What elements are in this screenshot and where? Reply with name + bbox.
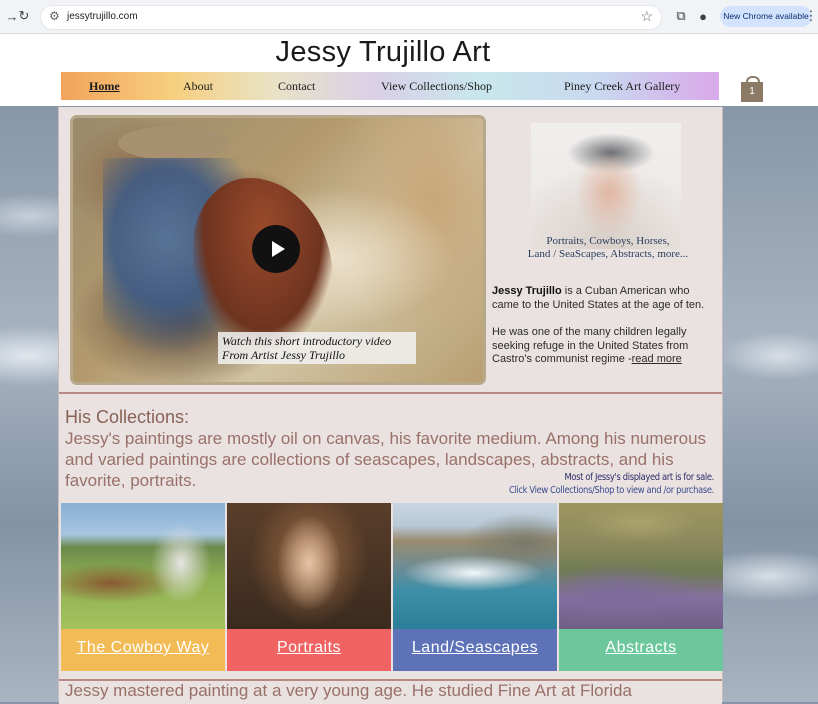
cart-button[interactable]: 1 [741, 76, 763, 102]
browser-toolbar: → ↻ ⚙ jessytrujillo.com ☆ ⧉ ● New Chrome… [0, 0, 818, 34]
update-chrome-button[interactable]: New Chrome available [720, 6, 812, 27]
abstract-painting-thumbnail [559, 503, 723, 629]
nav-about[interactable]: About [183, 79, 213, 94]
site-settings-icon[interactable]: ⚙ [49, 9, 60, 23]
seascape-painting-thumbnail [393, 503, 557, 629]
menu-kebab-icon[interactable]: ⋮ [805, 7, 818, 25]
artist-name: Jessy Trujillo [492, 285, 562, 297]
artist-bio: Jessy Trujillo is a Cuban American who c… [492, 285, 714, 381]
site-header: Jessy Trujillo Art Home About Contact Vi… [0, 34, 818, 106]
site-title[interactable]: Jessy Trujillo Art [0, 34, 766, 69]
url-text: jessytrujillo.com [67, 11, 138, 22]
collection-label-abstracts[interactable]: Abstracts [559, 629, 723, 671]
section-divider [59, 392, 722, 394]
video-caption-line1: Watch this short introductory video [222, 334, 392, 348]
collection-tile-abstracts[interactable]: Abstracts [559, 503, 723, 671]
address-bar[interactable]: ⚙ jessytrujillo.com ☆ [40, 5, 662, 30]
bookmark-star-icon[interactable]: ☆ [640, 8, 653, 25]
cart-count: 1 [749, 86, 755, 97]
nav-collections-shop[interactable]: View Collections/Shop [381, 79, 492, 94]
collection-tile-land-seascapes[interactable]: Land/Seascapes [393, 503, 557, 671]
nav-piney-creek-gallery[interactable]: Piney Creek Art Gallery [564, 79, 680, 94]
cowboy-painting-hat [118, 126, 228, 160]
read-more-link[interactable]: read more [632, 353, 682, 365]
collection-label-cowboy-way[interactable]: The Cowboy Way [61, 629, 225, 671]
photo-caption-line2: Land / SeaScapes, Abstracts, more... [527, 248, 689, 260]
collection-label-land-seascapes[interactable]: Land/Seascapes [393, 629, 557, 671]
sale-note-line1: Most of Jessy's displayed art is for sal… [564, 472, 714, 483]
photo-caption-line1: Portraits, Cowboys, Horses, [546, 235, 670, 247]
reload-icon[interactable]: ↻ [15, 7, 33, 25]
collection-label-portraits[interactable]: Portraits [227, 629, 391, 671]
play-icon [271, 241, 285, 257]
profile-icon[interactable]: ● [694, 7, 712, 25]
video-caption-line2: From Artist Jessy Trujillo [222, 348, 346, 362]
collection-tile-cowboy-way[interactable]: The Cowboy Way [61, 503, 225, 671]
cowboy-painting-thumbnail [61, 503, 225, 629]
main-content: Watch this short introductory video From… [58, 107, 723, 704]
intro-video[interactable]: Watch this short introductory video From… [70, 115, 486, 385]
sale-note-line2[interactable]: Click View Collections/Shop to view and … [490, 485, 714, 498]
extension-icon[interactable]: ⧉ [672, 7, 690, 25]
play-button[interactable] [252, 225, 300, 273]
video-caption: Watch this short introductory video From… [218, 332, 416, 364]
bottom-bio-text: Jessy mastered painting at a very young … [65, 681, 632, 700]
artist-photo [531, 123, 681, 249]
nav-home[interactable]: Home [89, 79, 120, 94]
portrait-painting-thumbnail [227, 503, 391, 629]
main-nav: Home About Contact View Collections/Shop… [61, 72, 719, 100]
nav-contact[interactable]: Contact [278, 79, 315, 94]
collection-tile-portraits[interactable]: Portraits [227, 503, 391, 671]
sale-note: Most of Jessy's displayed art is for sal… [490, 472, 714, 497]
artist-photo-caption: Portraits, Cowboys, Horses, Land / SeaSc… [513, 235, 703, 261]
collections-heading: His Collections: [65, 407, 190, 427]
